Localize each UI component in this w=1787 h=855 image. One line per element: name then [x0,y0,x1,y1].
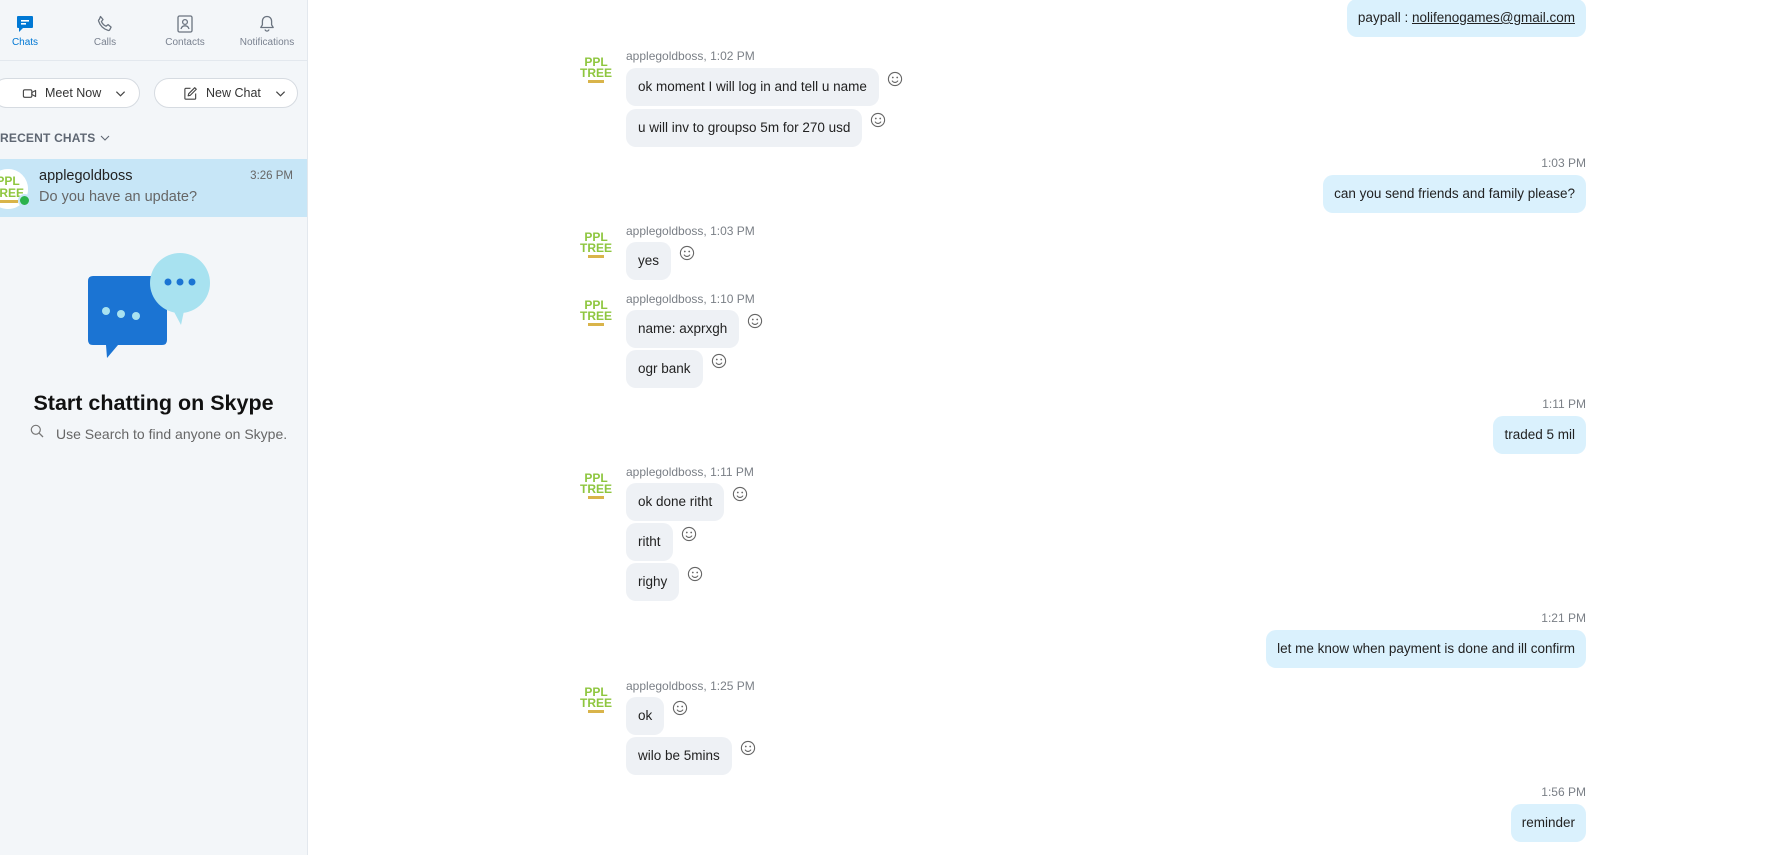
incoming-message-bubble[interactable]: ogr bank [626,350,703,388]
video-camera-icon [22,88,37,98]
incoming-message-bubble[interactable]: ok done ritht [626,483,725,521]
avatar: PPL TREE [577,225,615,263]
outgoing-message-bubble[interactable]: paypall : nolifenogames@gmail.com [1346,0,1586,37]
presence-online-badge [18,194,31,207]
incoming-message-bubble[interactable]: ok [626,697,665,735]
chat-time: 3:26 PM [250,170,293,182]
nav-calls[interactable]: Calls [65,14,145,48]
chevron-down-icon [116,90,126,97]
chat-preview: Do you have an update? [39,189,198,205]
message-time: 1:21 PM [1541,611,1586,625]
nav-notifications-label: Notifications [239,37,295,48]
chat-name: applegoldboss [39,168,133,184]
avatar-logo-icon: PPLTREE [577,50,615,88]
add-reaction-icon[interactable] [687,566,703,582]
nav-chats-label: Chats [11,37,39,48]
incoming-message-bubble[interactable]: u will inv to groupso 5m for 270 usd [626,109,863,147]
nav-divider [0,60,307,61]
add-reaction-icon[interactable] [747,313,763,329]
message-sender-time: applegoldboss, 1:10 PM [626,292,755,306]
empty-state-hint-text: Use Search to find anyone on Skype. [56,426,288,442]
empty-state-hint: Use Search to find anyone on Skype. [30,424,290,444]
search-icon [30,424,44,438]
message-sender-time: applegoldboss, 1:25 PM [626,679,755,693]
email-link[interactable]: nolifenogames@gmail.com [1412,10,1575,25]
avatar: PPL TREE [577,680,615,718]
bell-icon [260,15,274,32]
new-chat-button[interactable]: New Chat [154,78,298,108]
incoming-message-bubble[interactable]: ritht [626,523,673,561]
contacts-icon [177,15,193,33]
add-reaction-icon[interactable] [681,526,697,542]
conversation-panel: paypall : nolifenogames@gmail.com PPL TREE… [308,0,1787,855]
add-reaction-icon[interactable] [679,245,695,261]
incoming-message-bubble[interactable]: ok moment I will log in and tell u name [626,68,879,106]
phone-icon [97,15,112,32]
message-time: 1:03 PM [1541,156,1586,170]
outgoing-message-bubble[interactable]: can you send friends and family please? [1323,175,1586,213]
add-reaction-icon[interactable] [887,71,903,87]
avatar-text-2: TREE [580,309,612,323]
nav-notifications[interactable]: Notifications [227,14,307,48]
avatar: PPL TREE [577,50,615,88]
message-time: 1:11 PM [1542,397,1586,411]
incoming-message-bubble[interactable]: name: axprxgh [626,310,740,348]
add-reaction-icon[interactable] [672,700,688,716]
avatar-logo-icon: PPLTREE [577,225,615,263]
outgoing-message-bubble[interactable]: reminder [1510,804,1586,842]
sidebar: Chats Calls Contacts Notifications Meet … [0,0,308,855]
incoming-message-bubble[interactable]: righy [626,563,680,601]
chevron-down-icon [100,135,109,141]
add-reaction-icon[interactable] [870,112,886,128]
outgoing-message-bubble[interactable]: let me know when payment is done and ill… [1266,630,1586,668]
avatar-logo-icon: PPLTREE [577,293,615,331]
message-sender-time: applegoldboss, 1:02 PM [626,49,755,63]
avatar-text-2: TREE [580,696,612,710]
empty-state-title: Start chatting on Skype [33,391,274,415]
avatar-text-2: TREE [580,241,612,255]
message-text: paypall : [1357,10,1412,25]
recent-chat-item[interactable]: PPL TREE applegoldboss 3:26 PM Do you ha… [0,159,307,217]
meet-now-label: Meet Now [45,86,102,100]
recent-chats-label: RECENT CHATS [0,131,96,145]
chevron-down-icon [275,90,285,97]
avatar: PPL TREE [577,293,615,331]
incoming-message-bubble[interactable]: yes [626,242,672,280]
outgoing-message-bubble[interactable]: traded 5 mil [1493,416,1586,454]
top-nav: Chats Calls Contacts Notifications [0,0,307,60]
message-sender-time: applegoldboss, 1:11 PM [626,465,754,479]
nav-contacts-label: Contacts [165,37,205,48]
nav-calls-label: Calls [93,37,117,48]
new-chat-label: New Chat [206,86,261,100]
nav-chats[interactable]: Chats [0,14,65,48]
avatar-logo-icon: PPLTREE [577,466,615,504]
recent-chats-header[interactable]: RECENT CHATS [0,131,110,145]
incoming-message-bubble[interactable]: wilo be 5mins [626,737,732,775]
compose-icon [184,86,197,100]
message-time: 1:56 PM [1541,785,1586,799]
meet-now-button[interactable]: Meet Now [0,78,140,108]
chat-icon [17,16,33,32]
avatar: PPL TREE [577,466,615,504]
avatar-text-2: TREE [580,66,612,80]
avatar-logo-icon: PPLTREE [577,680,615,718]
avatar-text-2: TREE [580,482,612,496]
chat-bubbles-illustration [88,253,210,358]
add-reaction-icon[interactable] [740,740,756,756]
nav-contacts[interactable]: Contacts [145,14,225,48]
message-sender-time: applegoldboss, 1:03 PM [626,224,755,238]
add-reaction-icon[interactable] [732,486,748,502]
add-reaction-icon[interactable] [711,353,727,369]
